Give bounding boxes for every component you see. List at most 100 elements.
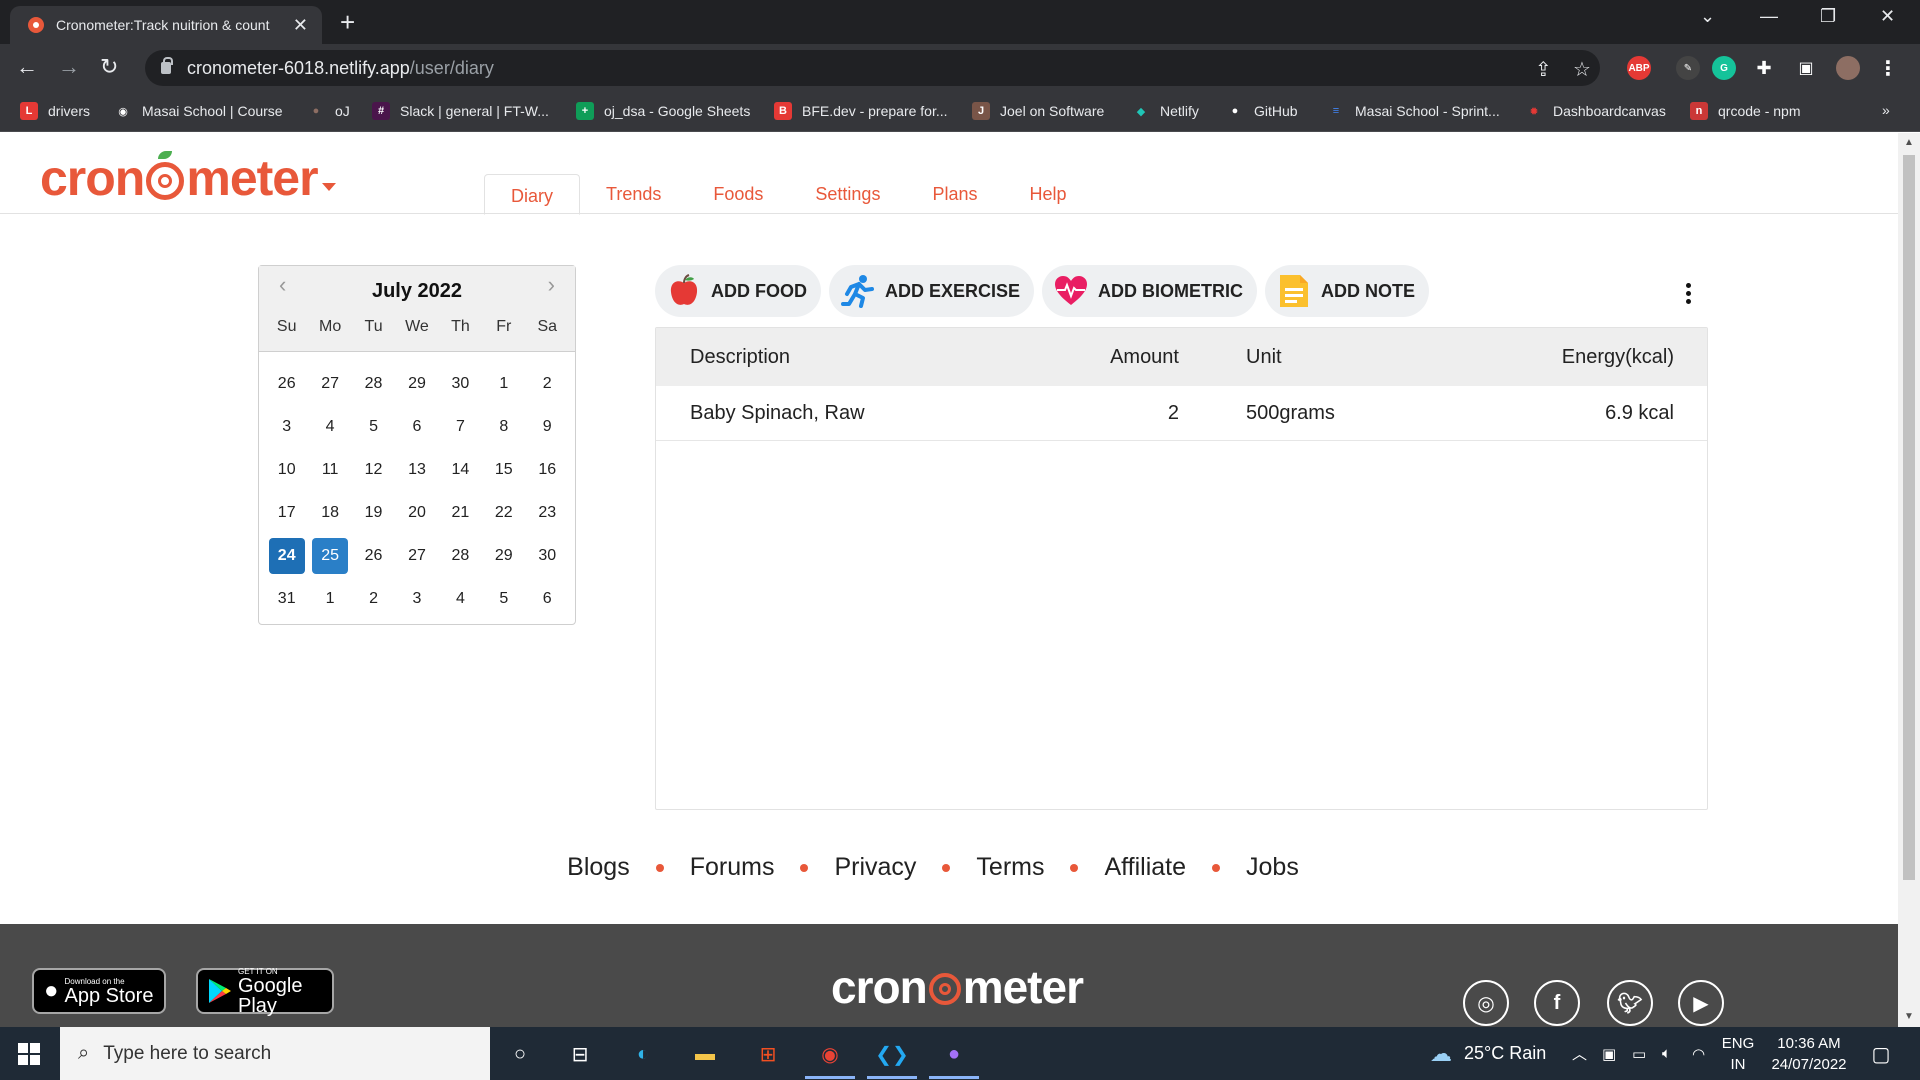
browser-menu-icon[interactable]: ⋮ — [1876, 56, 1900, 80]
bookmark-joel-on-software[interactable]: J Joel on Software — [972, 102, 1104, 120]
bookmark-netlify[interactable]: ◆ Netlify — [1132, 102, 1199, 120]
close-window-button[interactable]: ✕ — [1880, 6, 1895, 27]
calendar-day[interactable]: 6 — [526, 581, 569, 617]
add-food-button[interactable]: ADD FOOD — [655, 265, 821, 317]
task-view-icon[interactable]: ⊟ — [565, 1039, 595, 1069]
column-header-energy[interactable]: Energy(kcal) — [1562, 346, 1674, 369]
calendar-day[interactable]: 10 — [265, 452, 308, 488]
reload-icon[interactable]: ↻ — [100, 54, 118, 80]
taskbar-search-box[interactable]: ⌕ Type here to search — [60, 1027, 490, 1080]
calendar-day[interactable]: 16 — [526, 452, 569, 488]
calendar-day[interactable]: 22 — [482, 495, 525, 531]
calendar-day[interactable]: 29 — [395, 366, 438, 402]
column-header-description[interactable]: Description — [690, 346, 790, 369]
edge-browser-icon[interactable]: ◐ — [628, 1039, 658, 1069]
profile-avatar[interactable] — [1836, 56, 1860, 80]
bookmark-drivers[interactable]: Ldrivers — [20, 102, 90, 120]
add-note-button[interactable]: ADD NOTE — [1265, 265, 1430, 317]
bookmark-oj[interactable]: ● oJ — [307, 102, 350, 120]
calendar-day[interactable]: 13 — [395, 452, 438, 488]
calendar-day[interactable]: 15 — [482, 452, 525, 488]
calendar-day[interactable]: 29 — [482, 538, 525, 574]
bookmark-google-sheets[interactable]: + oj_dsa - Google Sheets — [576, 102, 750, 120]
lock-icon[interactable] — [161, 57, 173, 74]
calendar-day[interactable]: 2 — [352, 581, 395, 617]
calendar-day[interactable]: 5 — [352, 409, 395, 445]
twitter-icon[interactable]: 🐦︎ — [1607, 980, 1653, 1026]
calendar-day[interactable]: 20 — [395, 495, 438, 531]
bookmark-github[interactable]: ● GitHub — [1226, 102, 1298, 120]
browser-tab-active[interactable]: Cronometer:Track nuitrion & count ✕ — [10, 6, 322, 44]
column-header-unit[interactable]: Unit — [1246, 346, 1282, 369]
app-store-badge[interactable]: ● Download on the App Store — [32, 968, 166, 1014]
calendar-day[interactable]: 30 — [439, 366, 482, 402]
volume-icon[interactable]: 🔈︎ — [1662, 1027, 1671, 1080]
tray-chevron-icon[interactable]: ︿ — [1572, 1027, 1587, 1080]
tab-diary[interactable]: Diary — [484, 174, 581, 215]
calendar-day[interactable]: 3 — [395, 581, 438, 617]
calendar-day[interactable]: 12 — [352, 452, 395, 488]
cronometer-logo[interactable]: cron meter — [40, 149, 319, 207]
more-bookmarks-button[interactable]: » — [1882, 102, 1890, 118]
footer-link-affiliate[interactable]: Affiliate — [1104, 853, 1186, 882]
calendar-day[interactable]: 26 — [265, 366, 308, 402]
footer-link-privacy[interactable]: Privacy — [834, 853, 916, 882]
new-tab-button[interactable]: + — [340, 6, 355, 38]
calendar-day[interactable]: 7 — [439, 409, 482, 445]
calendar-day[interactable]: 9 — [526, 409, 569, 445]
bookmark-star-icon[interactable]: ☆ — [1573, 57, 1591, 82]
add-exercise-button[interactable]: ADD EXERCISE — [829, 265, 1035, 317]
bookmark-masai-course[interactable]: ◉ Masai School | Course — [114, 102, 282, 120]
instagram-icon[interactable]: ◎ — [1463, 980, 1509, 1026]
footer-link-forums[interactable]: Forums — [690, 853, 775, 882]
calendar-day-selected[interactable]: 25 — [308, 537, 351, 574]
calendar-day[interactable]: 19 — [352, 495, 395, 531]
calendar-day[interactable]: 28 — [439, 538, 482, 574]
minimize-button[interactable]: — — [1760, 6, 1778, 27]
language-indicator[interactable]: ENG IN — [1718, 1033, 1758, 1075]
add-biometric-button[interactable]: ADD BIOMETRIC — [1042, 265, 1258, 317]
calendar-day[interactable]: 5 — [482, 581, 525, 617]
calendar-day[interactable]: 23 — [526, 495, 569, 531]
tab-help[interactable]: Help — [1003, 174, 1092, 215]
footer-link-jobs[interactable]: Jobs — [1246, 853, 1299, 882]
tab-trends[interactable]: Trends — [580, 174, 687, 215]
scroll-down-arrow-icon[interactable]: ▼ — [1904, 1011, 1914, 1022]
column-header-amount[interactable]: Amount — [1110, 346, 1179, 369]
calendar-day[interactable]: 18 — [308, 495, 351, 531]
forward-arrow-icon[interactable]: → — [58, 54, 80, 80]
bookmark-bfe-dev[interactable]: B BFE.dev - prepare for... — [774, 102, 948, 120]
weather-widget[interactable]: ☁ 25°C Rain — [1430, 1027, 1546, 1080]
calendar-day[interactable]: 4 — [439, 581, 482, 617]
tray-device-icon[interactable]: ▣ — [1602, 1027, 1616, 1080]
calendar-day[interactable]: 2 — [526, 366, 569, 402]
chrome-icon[interactable]: ◉ — [815, 1039, 845, 1069]
calendar-day[interactable]: 17 — [265, 495, 308, 531]
calendar-day[interactable]: 11 — [308, 452, 351, 488]
restore-button[interactable]: ❐ — [1820, 6, 1836, 27]
cortana-icon[interactable]: ○ — [505, 1039, 535, 1069]
calendar-day[interactable]: 14 — [439, 452, 482, 488]
page-scrollbar[interactable]: ▲ ▼ — [1898, 133, 1920, 1027]
table-row[interactable]: Baby Spinach, Raw 2 500grams 6.9 kcal — [656, 386, 1707, 441]
adblock-plus-icon[interactable]: ABP — [1627, 56, 1651, 80]
address-bar[interactable]: cronometer-6018.netlify.app/user/diary ⇪… — [145, 50, 1600, 86]
tab-foods[interactable]: Foods — [687, 174, 789, 215]
clock[interactable]: 10:36 AM 24/07/2022 — [1764, 1033, 1854, 1075]
calendar-day[interactable]: 27 — [308, 366, 351, 402]
footer-link-terms[interactable]: Terms — [976, 853, 1044, 882]
calendar-day[interactable]: 8 — [482, 409, 525, 445]
vscode-icon[interactable]: ❮❯ — [875, 1039, 909, 1069]
microsoft-store-icon[interactable]: ⊞ — [753, 1039, 783, 1069]
calendar-day[interactable]: 31 — [265, 581, 308, 617]
bookmark-slack[interactable]: # Slack | general | FT-W... — [372, 102, 549, 120]
close-tab-icon[interactable]: ✕ — [293, 15, 308, 36]
calendar-day[interactable]: 1 — [308, 581, 351, 617]
windows-start-icon[interactable] — [18, 1043, 40, 1065]
calendar-day-today[interactable]: 24 — [265, 537, 308, 574]
github-desktop-icon[interactable]: ● — [939, 1039, 969, 1069]
footer-link-blogs[interactable]: Blogs — [567, 853, 630, 882]
tab-plans[interactable]: Plans — [906, 174, 1003, 215]
notifications-icon[interactable]: ▢ — [1866, 1039, 1896, 1069]
tab-settings[interactable]: Settings — [789, 174, 906, 215]
